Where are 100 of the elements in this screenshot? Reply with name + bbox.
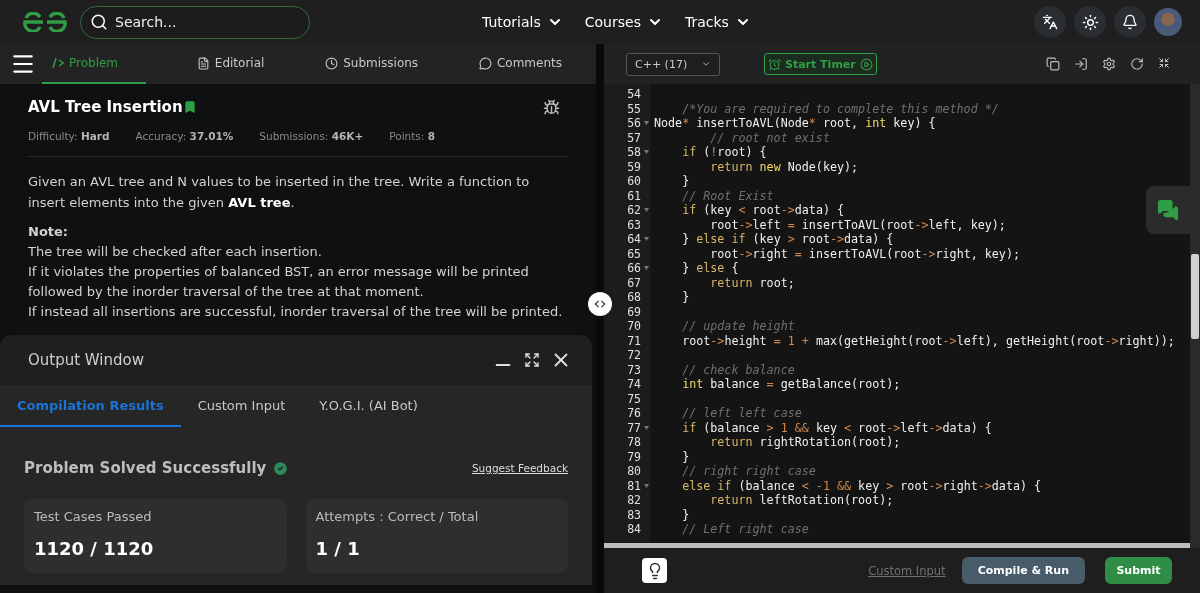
code-line: return leftRotation(root);	[709, 493, 894, 508]
fold-icon[interactable]	[644, 150, 649, 154]
line-number: 64	[627, 232, 641, 246]
submit-button[interactable]: Submit	[1105, 557, 1172, 584]
code-line: // Left right case	[681, 522, 809, 537]
code-line: else if (balance < -1 && key > root->right->data) {	[681, 478, 1042, 493]
line-number: 60	[627, 174, 641, 188]
code-line: root->height = 1 + max(getHeight(root->left), getHeight(root->right));	[681, 333, 1175, 348]
code-line: // left left case	[681, 406, 802, 421]
search-icon	[90, 12, 108, 31]
line-number: 79	[627, 449, 641, 464]
import-icon[interactable]	[1074, 57, 1088, 71]
bell-icon	[1122, 14, 1138, 30]
code-line: // root not exist	[709, 130, 830, 145]
line-number: 74	[627, 377, 641, 391]
note-text: The tree will be checked after each insertion.	[28, 243, 323, 261]
language-select[interactable]: C++ (17)	[626, 52, 720, 76]
speech-bubble-icon	[478, 56, 492, 70]
fullscreen-icon[interactable]	[1158, 57, 1170, 69]
line-number: 73	[627, 362, 641, 377]
chat-button[interactable]	[1146, 186, 1190, 234]
compile-button[interactable]: Compile & Run	[961, 557, 1085, 584]
line-number: 56	[627, 116, 641, 130]
code-line: } else if (key > root->data) {	[681, 232, 894, 247]
line-number: 68	[627, 290, 641, 304]
translate-icon	[1042, 14, 1058, 30]
nav-menu[interactable]: Courses	[584, 14, 663, 30]
line-number: 80	[627, 464, 641, 478]
play-icon	[859, 57, 873, 71]
code-line: Node* insertToAVL(Node* root, int key) {	[653, 116, 936, 131]
output-tab[interactable]: Custom Input	[180, 385, 303, 427]
line-number: 78	[627, 435, 641, 449]
feedback-link[interactable]: Suggest Feedback	[471, 462, 568, 474]
problem-tab[interactable]: Editorial	[186, 44, 275, 84]
timer-button[interactable]: Start Timer	[764, 53, 877, 75]
sun-icon	[1081, 13, 1099, 31]
search-field[interactable]: Search...	[80, 5, 310, 39]
line-number: 84	[627, 522, 641, 536]
code-line: root->right = insertToAVL(root->right, key);	[709, 246, 1020, 261]
code-icon	[52, 57, 64, 69]
avatar[interactable]	[1154, 8, 1182, 36]
code-line: } else {	[681, 261, 739, 276]
reset-icon[interactable]	[1130, 57, 1144, 71]
line-number: 55	[627, 101, 641, 116]
code-line: return rightRotation(root);	[709, 435, 901, 450]
note-text: If instead all insertions are successful, inorder traversal of the tree will be printed.	[28, 303, 564, 321]
code-line: /*You are required to complete this method */	[681, 101, 999, 116]
line-number: 67	[627, 275, 641, 290]
code-line: }	[681, 174, 690, 189]
line-number: 59	[627, 159, 641, 174]
line-number: 61	[627, 188, 641, 203]
nav-menu[interactable]: Tracks	[684, 14, 751, 30]
code-line: }	[681, 507, 690, 522]
code-line: return new Node(key);	[709, 159, 859, 174]
check-icon	[272, 459, 290, 477]
code-editor[interactable]	[604, 84, 1190, 548]
problem-tab[interactable]: Comments	[468, 44, 572, 84]
alarm-clock-icon	[768, 57, 781, 71]
chat-icon	[1157, 199, 1179, 221]
fold-icon[interactable]	[644, 237, 649, 241]
code-line: return root;	[709, 275, 795, 290]
bookmark-icon[interactable]	[182, 100, 197, 114]
code-line: // Root Exist	[681, 188, 774, 203]
expand-icon[interactable]	[524, 352, 540, 368]
fold-icon[interactable]	[644, 483, 649, 488]
fold-icon[interactable]	[644, 208, 649, 212]
problem-stat: Difficulty: Hard	[28, 130, 110, 142]
fold-icon[interactable]	[644, 121, 649, 125]
copy-icon[interactable]	[1046, 57, 1060, 71]
code-line: if (!root) {	[681, 145, 767, 160]
line-number: 76	[627, 406, 641, 420]
notification-button[interactable]	[1114, 6, 1146, 38]
window-title: Output Window	[28, 351, 144, 369]
card-value: 1 / 1	[315, 538, 361, 559]
fold-icon[interactable]	[644, 425, 649, 430]
language-button[interactable]	[1034, 6, 1066, 38]
line-number: 58	[627, 145, 641, 159]
nav-menu[interactable]: Tutorials	[482, 14, 563, 30]
code-line: // check balance	[681, 362, 795, 377]
hint-button[interactable]	[642, 558, 667, 583]
clock-icon	[325, 56, 339, 70]
fold-icon[interactable]	[644, 266, 649, 270]
line-number: 63	[627, 217, 641, 232]
logo-icon[interactable]	[22, 12, 68, 32]
theme-button[interactable]	[1074, 6, 1106, 38]
problem-stat: Accuracy: 37.01%	[135, 130, 234, 142]
settings-icon[interactable]	[1102, 57, 1116, 71]
code-line: }	[681, 449, 690, 464]
line-number: 69	[627, 304, 641, 319]
code-line: // right right case	[681, 464, 816, 479]
code-line: int balance = getBalance(root);	[681, 377, 901, 392]
line-number: 72	[627, 348, 641, 362]
scrollbar-thumb[interactable]	[1191, 254, 1199, 339]
line-number: 57	[627, 130, 641, 145]
problem-tab[interactable]: Problem	[42, 44, 146, 84]
scrollbar-track[interactable]	[1190, 84, 1200, 548]
output-tab[interactable]: Y.O.G.I. (AI Bot)	[302, 385, 435, 427]
bug-icon[interactable]	[543, 98, 560, 116]
code-line: if (balance > 1 && key < root->left->data) {	[681, 420, 992, 435]
problem-tab[interactable]: Submissions	[315, 44, 429, 84]
